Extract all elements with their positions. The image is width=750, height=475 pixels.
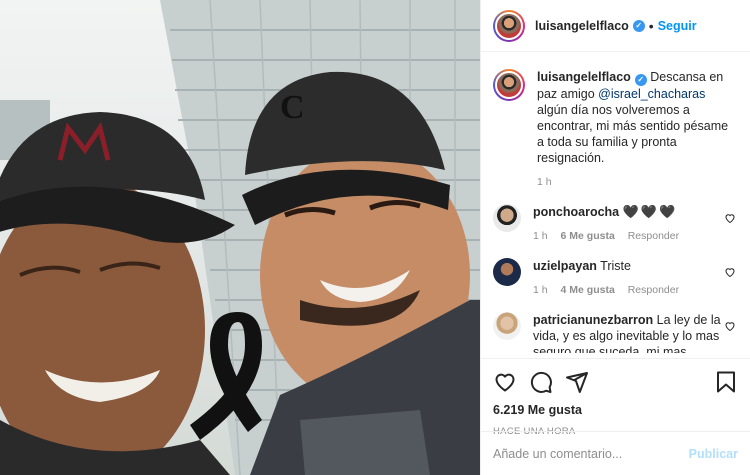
- author-username[interactable]: luisangelelflaco: [535, 19, 629, 33]
- reply-button[interactable]: Responder: [628, 284, 679, 296]
- post-actions: 6.219 Me gusta Hace una hora: [481, 358, 750, 437]
- like-comment-heart-icon[interactable]: [724, 212, 736, 224]
- comment-body: ponchoarocha 🖤🖤🖤 1 h 6 Me gusta Responde…: [533, 204, 729, 244]
- instagram-post: C luisangelelflaco ✓ • Seguir luisangele…: [0, 0, 750, 475]
- comments-list[interactable]: luisangelelflaco ✓ Descansa en paz amigo …: [481, 53, 750, 353]
- comment-composer: Publicar: [481, 431, 750, 475]
- caption: luisangelelflaco ✓ Descansa en paz amigo …: [493, 69, 738, 190]
- comment-username[interactable]: ponchoarocha: [533, 205, 619, 219]
- caption-time[interactable]: 1 h: [537, 176, 552, 188]
- reply-button[interactable]: Responder: [628, 230, 679, 242]
- like-comment-heart-icon[interactable]: [724, 266, 736, 278]
- comment-meta: 1 h 6 Me gusta Responder: [533, 228, 729, 244]
- caption-username[interactable]: luisangelelflaco: [537, 70, 631, 84]
- comment-item: patricianunezbarron La ley de la vida, y…: [493, 312, 738, 353]
- follow-button[interactable]: Seguir: [658, 19, 697, 33]
- verified-badge-icon: ✓: [632, 19, 645, 32]
- commenter-avatar[interactable]: [493, 258, 521, 286]
- caption-meta: 1 h: [537, 174, 733, 190]
- comment-body: uzielpayan Triste 1 h 4 Me gusta Respond…: [533, 258, 729, 298]
- post-side-panel: luisangelelflaco ✓ • Seguir luisangelelf…: [480, 0, 750, 475]
- comment-username[interactable]: uzielpayan: [533, 259, 597, 273]
- comment-time[interactable]: 1 h: [533, 284, 548, 296]
- author-avatar[interactable]: [493, 9, 525, 42]
- comment-item: uzielpayan Triste 1 h 4 Me gusta Respond…: [493, 258, 738, 298]
- action-icons-row: [493, 365, 738, 399]
- comment-body: patricianunezbarron La ley de la vida, y…: [533, 312, 729, 353]
- commenter-avatar[interactable]: [493, 312, 521, 340]
- comment-icon[interactable]: [529, 370, 553, 394]
- share-icon[interactable]: [565, 370, 589, 394]
- verified-badge-icon: ✓: [634, 74, 647, 86]
- comment-time[interactable]: 1 h: [533, 230, 548, 242]
- post-photo[interactable]: C: [0, 0, 480, 475]
- comment-username[interactable]: patricianunezbarron: [533, 313, 653, 327]
- comment-likes[interactable]: 4 Me gusta: [561, 284, 615, 296]
- selfie-illustration: C: [0, 0, 480, 475]
- heart-icon[interactable]: [493, 370, 517, 394]
- comment-text: 🖤🖤🖤: [622, 204, 678, 219]
- comment-likes[interactable]: 6 Me gusta: [561, 230, 615, 242]
- comment-input[interactable]: [493, 446, 689, 461]
- svg-text:C: C: [280, 89, 305, 126]
- caption-avatar[interactable]: [493, 69, 525, 101]
- likes-count[interactable]: 6.219 Me gusta: [493, 403, 738, 417]
- publish-button[interactable]: Publicar: [689, 447, 738, 461]
- comment-item: ponchoarocha 🖤🖤🖤 1 h 6 Me gusta Responde…: [493, 204, 738, 244]
- caption-text-end: algún día nos volveremos a encontrar, mi…: [537, 103, 729, 165]
- caption-body: luisangelelflaco ✓ Descansa en paz amigo …: [537, 69, 733, 190]
- comment-text: Triste: [600, 259, 631, 273]
- save-icon[interactable]: [714, 370, 738, 394]
- post-header: luisangelelflaco ✓ • Seguir: [481, 0, 750, 52]
- commenter-avatar[interactable]: [493, 204, 521, 232]
- caption-mention-link[interactable]: @israel_chacharas: [598, 87, 705, 101]
- comment-meta: 1 h 4 Me gusta Responder: [533, 282, 729, 298]
- separator-dot: •: [648, 17, 654, 34]
- like-comment-heart-icon[interactable]: [724, 320, 736, 332]
